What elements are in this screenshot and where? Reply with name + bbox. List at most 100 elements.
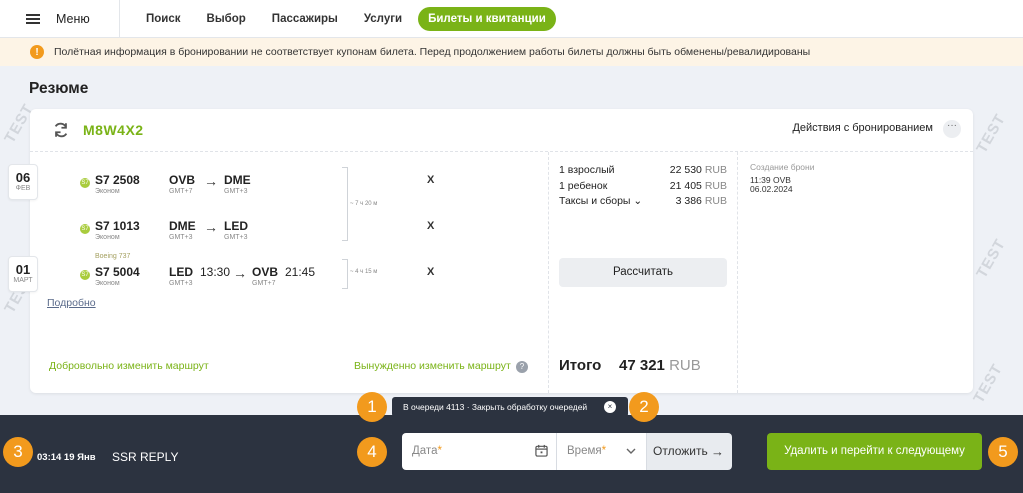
origin-code: DME	[169, 219, 196, 233]
flight-segment: S7 S7 2508 Эконом OVB GMT+7 → DME GMT+3 …	[80, 169, 440, 199]
journey-duration: ~ 4 ч 15 м	[350, 269, 378, 275]
total-label: Итого	[559, 357, 602, 374]
arrow-right-icon: →	[204, 173, 218, 189]
price-currency: RUB	[704, 195, 727, 207]
warning-text: Полётная информация в бронировании не со…	[54, 46, 811, 58]
calendar-icon[interactable]	[535, 444, 548, 457]
watermark: TEST	[973, 235, 1010, 282]
pnr-code[interactable]: M8W4X2	[83, 122, 144, 138]
more-icon[interactable]: ···	[943, 120, 961, 138]
price-label: 1 взрослый	[559, 164, 615, 176]
booking-actions-label[interactable]: Действия с бронированием	[792, 122, 933, 134]
flight-segment: S7 S7 1013 Эконом DME GMT+3 → LED GMT+3 …	[80, 215, 440, 245]
step-badge: 4	[357, 437, 387, 467]
booking-header: M8W4X2 Действия с бронированием ···	[30, 109, 973, 152]
date-placeholder: Дата	[412, 445, 438, 457]
date-day: 06	[15, 170, 31, 185]
booking-card: M8W4X2 Действия с бронированием ··· S7 S…	[30, 109, 973, 393]
top-nav: Меню Поиск Выбор Пассажиры Услуги Билеты…	[0, 0, 1023, 38]
segment-date: 01 МАРТ	[8, 256, 38, 292]
destination-gmt: GMT+3	[224, 234, 248, 241]
flight-number: S7 1013	[95, 219, 140, 233]
destination-code: LED	[224, 219, 248, 233]
queue-status: В очереди 4113 · Закрыть обработку очере…	[392, 397, 628, 417]
departure-time: 13:30	[200, 265, 231, 279]
forced-change-link[interactable]: Вынужденно изменить маршрут	[354, 360, 511, 372]
arrival-time: 21:45	[285, 265, 316, 279]
total-amount-wrap: 47 321 RUB	[619, 357, 701, 374]
details-link[interactable]: Подробно	[47, 297, 96, 309]
created-label: Создание брони	[750, 162, 815, 172]
postpone-label: Отложить	[653, 444, 708, 458]
arrow-right-icon: →	[233, 265, 247, 281]
queue-text: В очереди 4113 · Закрыть обработку очере…	[403, 402, 588, 412]
time-placeholder: Время	[567, 445, 602, 457]
origin-gmt: GMT+7	[169, 188, 193, 195]
price-currency: RUB	[704, 164, 727, 176]
postpone-button[interactable]: Отложить →	[647, 433, 732, 470]
origin-gmt: GMT+3	[169, 280, 193, 287]
price-currency: RUB	[704, 180, 727, 192]
voluntary-change-link[interactable]: Добровольно изменить маршрут	[49, 360, 209, 372]
airline-logo-icon: S7	[80, 224, 90, 234]
hamburger-icon	[26, 13, 40, 24]
aircraft-type: Boeing 737	[95, 253, 131, 260]
date-month: МАРТ	[13, 277, 33, 284]
price-row: 1 ребенок 21 405 RUB	[559, 180, 727, 192]
price-amount: 22 530	[669, 164, 702, 176]
origin-code: OVB	[169, 173, 196, 187]
step-badge: 1	[357, 392, 387, 422]
price-row: 1 взрослый 22 530 RUB	[559, 164, 727, 176]
tab-select[interactable]: Выбор	[197, 7, 256, 31]
airline-logo-icon: S7	[80, 270, 90, 280]
calculate-button[interactable]: Рассчитать	[559, 258, 727, 287]
step-badge: 3	[3, 437, 33, 467]
required-mark: *	[437, 445, 442, 457]
delete-and-next-button[interactable]: Удалить и перейти к следующему	[767, 433, 982, 470]
arrow-right-icon: →	[204, 219, 218, 235]
warning-banner: ! Полётная информация в бронировании не …	[0, 38, 1023, 66]
segment-status: X	[427, 220, 435, 232]
divider	[737, 152, 738, 393]
price-label: 1 ребенок	[559, 180, 608, 192]
destination-gmt: GMT+7	[252, 280, 276, 287]
clock: 03:14 19 Янв	[37, 452, 96, 463]
tab-services[interactable]: Услуги	[354, 7, 412, 31]
journey-duration: ~ 7 ч 20 м	[350, 201, 378, 207]
flight-number: S7 2508	[95, 173, 140, 187]
flight-number: S7 5004	[95, 265, 140, 279]
ssr-reply-label: SSR REPLY	[112, 450, 179, 464]
cabin-class: Эконом	[95, 188, 120, 195]
tab-tickets[interactable]: Билеты и квитанции	[418, 6, 556, 31]
refresh-icon[interactable]	[52, 121, 70, 139]
segment-date: 06 ФЕВ	[8, 164, 38, 200]
origin-code: LED	[169, 265, 193, 279]
divider	[548, 152, 549, 393]
journey-bracket	[342, 259, 348, 289]
menu-button[interactable]: Меню	[0, 0, 120, 38]
total-amount: 47 321	[619, 357, 665, 374]
help-icon[interactable]: ?	[516, 361, 528, 373]
created-date: 06.02.2024	[750, 184, 793, 194]
step-badge: 5	[988, 437, 1018, 467]
cabin-class: Эконом	[95, 280, 120, 287]
tab-passengers[interactable]: Пассажиры	[262, 7, 348, 31]
close-icon[interactable]: ×	[604, 401, 616, 413]
destination-code: OVB	[252, 265, 279, 279]
total-currency: RUB	[669, 357, 701, 374]
airline-logo-icon: S7	[80, 178, 90, 188]
tab-search[interactable]: Поиск	[136, 7, 191, 31]
date-input[interactable]: Дата*	[402, 433, 557, 470]
segment-status: X	[427, 174, 435, 186]
price-amount: 21 405	[669, 180, 702, 192]
chevron-down-icon	[626, 448, 636, 454]
exclamation-icon: !	[30, 45, 44, 59]
taxes-toggle[interactable]: Таксы и сборы ⌄	[559, 195, 642, 207]
journey-bracket	[342, 167, 348, 241]
time-select[interactable]: Время*	[557, 433, 647, 470]
price-row: Таксы и сборы ⌄ 3 386 RUB	[559, 195, 727, 207]
cabin-class: Эконом	[95, 234, 120, 241]
step-badge: 2	[629, 392, 659, 422]
menu-label: Меню	[56, 11, 90, 26]
destination-code: DME	[224, 173, 251, 187]
